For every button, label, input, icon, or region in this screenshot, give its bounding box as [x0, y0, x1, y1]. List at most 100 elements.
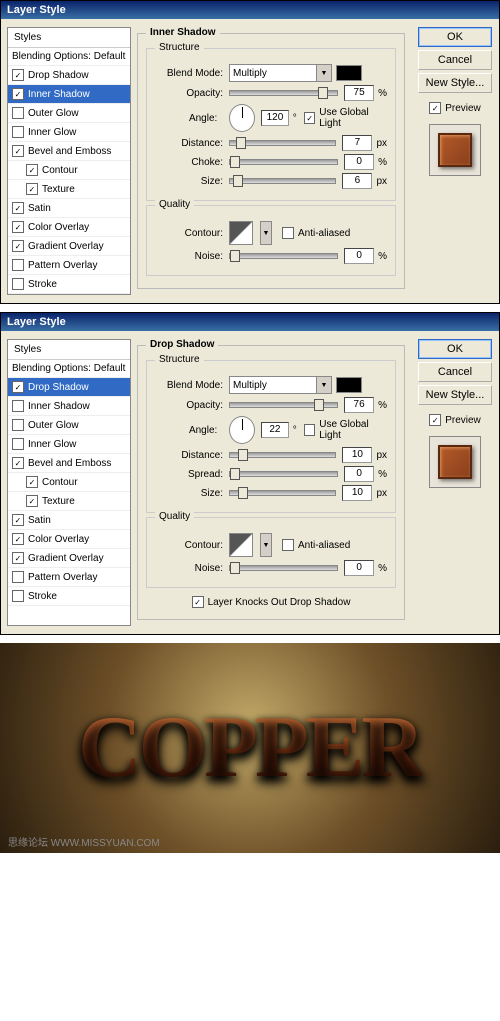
checkbox[interactable]	[12, 533, 24, 545]
checkbox[interactable]	[12, 381, 24, 393]
style-item-color-overlay[interactable]: Color Overlay	[8, 530, 130, 549]
antialiased-checkbox[interactable]	[282, 227, 294, 239]
angle-input[interactable]: 120	[261, 110, 289, 126]
style-item-bevel-and-emboss[interactable]: Bevel and Emboss	[8, 142, 130, 161]
checkbox[interactable]	[12, 400, 24, 412]
contour-picker[interactable]	[229, 533, 253, 557]
style-item-inner-shadow[interactable]: Inner Shadow	[8, 85, 130, 104]
checkbox[interactable]	[12, 438, 24, 450]
ok-button[interactable]: OK	[418, 27, 492, 47]
size-slider[interactable]	[229, 178, 336, 184]
preview-checkbox[interactable]	[429, 414, 441, 426]
noise-slider[interactable]	[229, 253, 338, 259]
style-item-inner-shadow[interactable]: Inner Shadow	[8, 397, 130, 416]
noise-input[interactable]: 0	[344, 248, 374, 264]
cancel-button[interactable]: Cancel	[418, 50, 492, 70]
blending-options[interactable]: Blending Options: Default	[8, 48, 130, 66]
opacity-input[interactable]: 75	[344, 85, 374, 101]
checkbox[interactable]	[12, 202, 24, 214]
checkbox[interactable]	[12, 259, 24, 271]
style-item-contour[interactable]: Contour	[8, 473, 130, 492]
color-swatch[interactable]	[336, 65, 362, 81]
distance-slider[interactable]	[229, 140, 336, 146]
checkbox[interactable]	[12, 457, 24, 469]
angle-dial[interactable]	[229, 416, 255, 444]
antialiased-checkbox[interactable]	[282, 539, 294, 551]
style-item-contour[interactable]: Contour	[8, 161, 130, 180]
choke-input[interactable]: 0	[344, 154, 374, 170]
blending-options[interactable]: Blending Options: Default	[8, 360, 130, 378]
blend-mode-dropdown[interactable]: Multiply▼	[229, 376, 332, 394]
checkbox[interactable]	[12, 419, 24, 431]
distance-input[interactable]: 10	[342, 447, 372, 463]
contour-picker[interactable]	[229, 221, 253, 245]
styles-header[interactable]: Styles	[8, 340, 130, 360]
checkbox[interactable]	[12, 221, 24, 233]
layer-knocks-checkbox[interactable]	[192, 596, 204, 608]
angle-dial[interactable]	[229, 104, 255, 132]
checkbox[interactable]	[26, 183, 38, 195]
angle-input[interactable]: 22	[261, 422, 289, 438]
noise-label: Noise:	[155, 251, 223, 262]
style-item-satin[interactable]: Satin	[8, 199, 130, 218]
style-item-inner-glow[interactable]: Inner Glow	[8, 123, 130, 142]
opacity-slider[interactable]	[229, 402, 338, 408]
cancel-button[interactable]: Cancel	[418, 362, 492, 382]
distance-slider[interactable]	[229, 452, 336, 458]
new-style-button[interactable]: New Style...	[418, 73, 492, 93]
checkbox[interactable]	[12, 145, 24, 157]
style-item-stroke[interactable]: Stroke	[8, 275, 130, 294]
checkbox[interactable]	[26, 476, 38, 488]
style-label: Pattern Overlay	[28, 572, 97, 583]
style-item-texture[interactable]: Texture	[8, 180, 130, 199]
distance-input[interactable]: 7	[342, 135, 372, 151]
style-item-gradient-overlay[interactable]: Gradient Overlay	[8, 549, 130, 568]
new-style-button[interactable]: New Style...	[418, 385, 492, 405]
checkbox[interactable]	[12, 278, 24, 290]
checkbox[interactable]	[12, 126, 24, 138]
style-item-bevel-and-emboss[interactable]: Bevel and Emboss	[8, 454, 130, 473]
style-item-pattern-overlay[interactable]: Pattern Overlay	[8, 568, 130, 587]
styles-header[interactable]: Styles	[8, 28, 130, 48]
global-light-checkbox[interactable]	[304, 112, 315, 124]
choke-input[interactable]: 0	[344, 466, 374, 482]
ok-button[interactable]: OK	[418, 339, 492, 359]
color-swatch[interactable]	[336, 377, 362, 393]
styles-panel: Styles Blending Options: Default Drop Sh…	[7, 27, 131, 295]
blend-mode-dropdown[interactable]: Multiply▼	[229, 64, 332, 82]
opacity-input[interactable]: 76	[344, 397, 374, 413]
checkbox[interactable]	[12, 240, 24, 252]
size-input[interactable]: 10	[342, 485, 372, 501]
checkbox[interactable]	[12, 514, 24, 526]
choke-slider[interactable]	[229, 159, 338, 165]
size-slider[interactable]	[229, 490, 336, 496]
style-item-color-overlay[interactable]: Color Overlay	[8, 218, 130, 237]
checkbox[interactable]	[26, 164, 38, 176]
style-item-stroke[interactable]: Stroke	[8, 587, 130, 606]
style-item-satin[interactable]: Satin	[8, 511, 130, 530]
checkbox[interactable]	[26, 495, 38, 507]
style-item-outer-glow[interactable]: Outer Glow	[8, 416, 130, 435]
checkbox[interactable]	[12, 552, 24, 564]
style-item-texture[interactable]: Texture	[8, 492, 130, 511]
size-input[interactable]: 6	[342, 173, 372, 189]
checkbox[interactable]	[12, 590, 24, 602]
choke-slider[interactable]	[229, 471, 338, 477]
checkbox[interactable]	[12, 571, 24, 583]
chevron-down-icon[interactable]: ▼	[260, 221, 272, 245]
style-item-gradient-overlay[interactable]: Gradient Overlay	[8, 237, 130, 256]
style-item-drop-shadow[interactable]: Drop Shadow	[8, 378, 130, 397]
style-item-pattern-overlay[interactable]: Pattern Overlay	[8, 256, 130, 275]
checkbox[interactable]	[12, 107, 24, 119]
style-item-outer-glow[interactable]: Outer Glow	[8, 104, 130, 123]
preview-checkbox[interactable]	[429, 102, 441, 114]
noise-input[interactable]: 0	[344, 560, 374, 576]
checkbox[interactable]	[12, 88, 24, 100]
style-item-inner-glow[interactable]: Inner Glow	[8, 435, 130, 454]
checkbox[interactable]	[12, 69, 24, 81]
opacity-slider[interactable]	[229, 90, 338, 96]
style-item-drop-shadow[interactable]: Drop Shadow	[8, 66, 130, 85]
chevron-down-icon[interactable]: ▼	[260, 533, 272, 557]
noise-slider[interactable]	[229, 565, 338, 571]
global-light-checkbox[interactable]	[304, 424, 315, 436]
